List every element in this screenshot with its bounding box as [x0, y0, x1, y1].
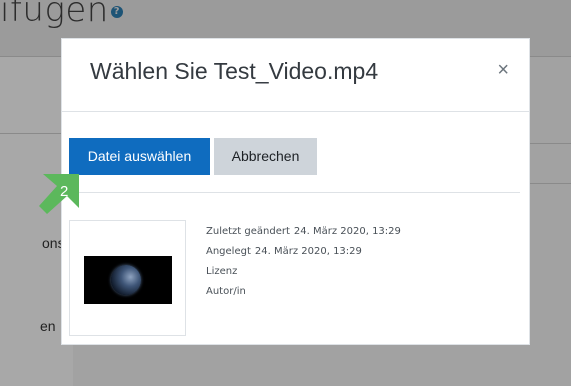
earth-image [111, 265, 141, 295]
cancel-button[interactable]: Abbrechen [214, 138, 317, 175]
file-metadata: Zuletzt geändert 24. März 2020, 13:29 Ang… [206, 222, 401, 302]
background-sidebar-text: en [40, 318, 56, 334]
modified-label: Zuletzt geändert [206, 226, 290, 237]
step-badge: 2 [39, 174, 79, 214]
step-number: 2 [60, 183, 69, 200]
video-thumbnail [84, 256, 172, 304]
dialog-title: Wählen Sie Test_Video.mp4 [90, 58, 379, 84]
created-value: 24. März 2020, 13:29 [254, 246, 362, 257]
background-divider [530, 183, 571, 184]
modified-row: Zuletzt geändert 24. März 2020, 13:29 [206, 222, 401, 242]
arrow-icon [39, 174, 79, 214]
close-icon[interactable]: × [497, 59, 509, 82]
modified-value: 24. März 2020, 13:29 [293, 226, 401, 237]
file-preview [69, 220, 186, 336]
help-icon: ? [110, 5, 123, 18]
license-label: Lizenz [206, 266, 238, 277]
dialog-actions: Datei auswählen Abbrechen [69, 138, 317, 175]
file-select-dialog: Wählen Sie Test_Video.mp4 × Datei auswäh… [61, 38, 530, 345]
created-label: Angelegt [206, 246, 251, 257]
dialog-header: Wählen Sie Test_Video.mp4 × [62, 39, 529, 112]
background-heading-text: ıfügen [0, 0, 109, 30]
created-row: Angelegt 24. März 2020, 13:29 [206, 242, 401, 262]
author-label: Autor/in [206, 286, 246, 297]
author-row: Autor/in [206, 282, 401, 302]
select-file-button[interactable]: Datei auswählen [69, 138, 210, 175]
dialog-divider [69, 192, 520, 193]
license-row: Lizenz [206, 262, 401, 282]
background-divider [530, 143, 571, 144]
background-page-heading: ıfügen? [0, 0, 123, 30]
